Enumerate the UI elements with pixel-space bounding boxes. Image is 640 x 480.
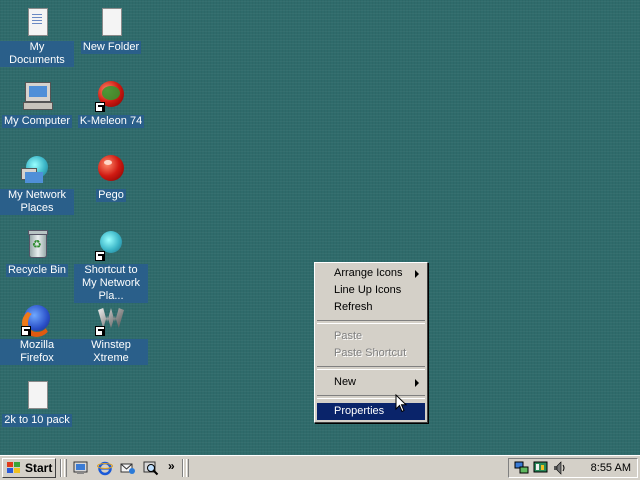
display-tray-icon[interactable] (533, 461, 548, 475)
network-shortcut-icon (95, 229, 127, 261)
desktop-icon-winstep-xtreme[interactable]: Winstep Xtreme (74, 304, 148, 365)
icon-label: My Computer (1, 115, 73, 128)
start-label: Start (25, 461, 53, 475)
icon-label: Shortcut to My Network Pla... (74, 264, 148, 303)
menu-item-line-up-icons[interactable]: Line Up Icons (317, 282, 425, 299)
desktop-icon-my-computer[interactable]: My Computer (0, 80, 74, 128)
start-button[interactable]: Start (2, 458, 56, 478)
icon-label: Pego (96, 189, 126, 202)
menu-separator (317, 320, 425, 324)
icon-label: Recycle Bin (5, 264, 69, 277)
menu-item-label: Paste Shortcut (334, 347, 407, 359)
shortcut-arrow-icon (21, 326, 31, 336)
clock[interactable]: 8:55 AM (591, 462, 631, 474)
menu-item-paste-shortcut[interactable]: Paste Shortcut (317, 345, 425, 362)
show-desktop-icon[interactable] (73, 460, 89, 476)
icon-label: My Network Places (0, 189, 74, 215)
taskbar-divider (182, 459, 184, 477)
submenu-arrow-icon (415, 379, 419, 387)
taskbar: Start » 8:55 AM (0, 455, 640, 480)
my-documents-icon (21, 6, 53, 38)
my-computer-icon (21, 80, 53, 112)
taskbar-divider (60, 459, 62, 477)
shortcut-arrow-icon (95, 326, 105, 336)
desktop-icon-mozilla-firefox[interactable]: Mozilla Firefox (0, 304, 74, 365)
icon-label: K-Meleon 74 (77, 115, 145, 128)
search-icon[interactable] (143, 460, 159, 476)
desktop-icon-new-folder[interactable]: New Folder (74, 6, 148, 54)
desktop-context-menu: Arrange Icons Line Up Icons Refresh Past… (314, 262, 428, 423)
network-tray-icon[interactable] (514, 461, 529, 475)
menu-item-paste[interactable]: Paste (317, 328, 425, 345)
quick-launch-grip[interactable] (64, 459, 67, 477)
system-tray: 8:55 AM (508, 458, 638, 478)
desktop-icon-network-shortcut[interactable]: Shortcut to My Network Pla... (74, 229, 148, 303)
menu-item-label: Properties (334, 405, 385, 417)
desktop-icon-recycle-bin[interactable]: Recycle Bin (0, 229, 74, 277)
desktop-icon-my-documents[interactable]: My Documents (0, 6, 74, 67)
winstep-icon (95, 304, 127, 336)
new-folder-icon (95, 6, 127, 38)
outlook-express-icon[interactable] (120, 460, 136, 476)
icon-label: 2k to 10 pack (2, 414, 72, 427)
network-places-icon (21, 154, 53, 186)
icon-label: Mozilla Firefox (0, 339, 74, 365)
desktop[interactable]: My Documents My Computer My Network Plac… (0, 0, 640, 455)
submenu-arrow-icon (415, 270, 419, 278)
icon-label: Winstep Xtreme (74, 339, 148, 365)
desktop-icon-pego[interactable]: Pego (74, 154, 148, 202)
menu-item-label: Paste (334, 330, 363, 342)
desktop-icon-my-network-places[interactable]: My Network Places (0, 154, 74, 215)
menu-item-new[interactable]: New (317, 374, 425, 391)
shortcut-arrow-icon (95, 102, 105, 112)
desktop-icon-k-meleon[interactable]: K-Meleon 74 (74, 80, 148, 128)
internet-explorer-icon[interactable] (97, 460, 113, 476)
k-meleon-icon (95, 80, 127, 112)
quick-launch-chevron[interactable]: » (168, 459, 175, 473)
menu-item-label: Line Up Icons (334, 284, 402, 296)
menu-item-refresh[interactable]: Refresh (317, 299, 425, 316)
icon-label: My Documents (0, 41, 74, 67)
firefox-icon (21, 304, 53, 337)
shortcut-arrow-icon (95, 251, 105, 261)
menu-item-label: Refresh (334, 301, 373, 313)
taskbar-grip[interactable] (186, 459, 189, 477)
pego-icon (95, 154, 127, 186)
volume-tray-icon[interactable] (552, 461, 567, 475)
menu-item-label: Arrange Icons (334, 267, 403, 279)
icon-label: New Folder (80, 41, 142, 54)
menu-separator (317, 366, 425, 370)
menu-item-label: New (334, 376, 357, 388)
menu-item-arrange-icons[interactable]: Arrange Icons (317, 265, 425, 282)
desktop-icon-2k-to-10-pack[interactable]: 2k to 10 pack (0, 379, 74, 427)
document-icon (21, 379, 53, 411)
windows-logo-icon (6, 461, 22, 475)
recycle-bin-icon (21, 229, 53, 261)
